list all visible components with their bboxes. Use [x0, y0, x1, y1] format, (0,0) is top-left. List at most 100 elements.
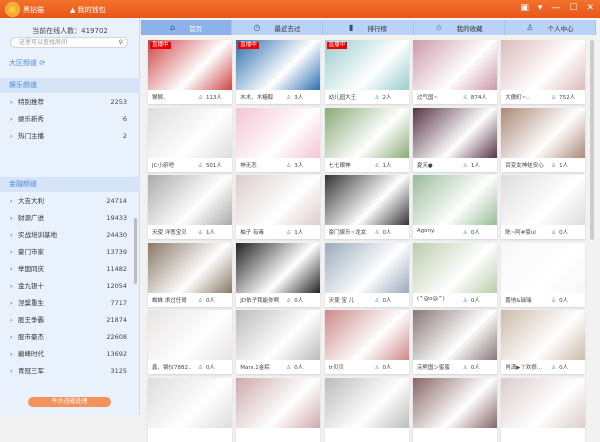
sidebar-item[interactable]: › 巅峰时代 13692 [0, 347, 133, 361]
viewer-count-value: 1人 [382, 162, 392, 169]
ent-channel-header[interactable]: 娱乐频道 [0, 78, 140, 93]
room-card[interactable]: 直播中 猴猴、 ♙ 113人 [148, 40, 232, 104]
sidebar-item[interactable]: › 实战培训基地 24430 [0, 228, 133, 242]
sidebar-item[interactable]: › 财源广进 19433 [0, 211, 133, 225]
room-card[interactable]: JD依子我能你啊 ♙ 0人 [236, 242, 321, 307]
search-input[interactable]: 这里可以查找房间 ⚲ [10, 37, 128, 48]
sidebar-item[interactable]: › 金九银十 12054 [0, 279, 133, 293]
report-button[interactable]: 平台违规处理 [28, 397, 111, 407]
sidebar-item[interactable]: › 豪门市家 13739 [0, 245, 133, 259]
room-card[interactable]: Agony. ♙ 0人 [412, 175, 497, 239]
room-card[interactable] [501, 377, 586, 442]
sidebar-item[interactable]: › 股市豪杰 22608 [0, 330, 133, 344]
room-card[interactable]: 鑫、钢仪7882.. ♙ 0人 [148, 310, 232, 374]
room-card[interactable]: 天使 洋葱宝贝 ♙ 1人 [148, 175, 232, 239]
sidebar-item[interactable]: › 热门主播 2 [0, 129, 133, 143]
user-icon: ♙ [374, 365, 380, 371]
room-thumbnail[interactable] [412, 107, 497, 158]
room-card[interactable]: 柚子 有毒 ♙ 1人 [236, 175, 321, 239]
room-card[interactable]: 直播中 木木、木糖醇 ♙ 3人 [236, 40, 321, 104]
room-name: 鑫、钢仪7882.. [152, 365, 192, 371]
room-thumbnail[interactable] [324, 310, 409, 360]
room-name: 大傲町~.. [505, 95, 530, 101]
maximize-button[interactable]: ☐ [569, 3, 577, 13]
tab-0[interactable]: ⌂ 首页 [141, 20, 232, 35]
room-thumbnail[interactable] [501, 107, 586, 158]
room-card[interactable]: 夏天● ♙ 1人 [412, 107, 497, 172]
tab-3[interactable]: ☆ 我的收藏 [414, 20, 505, 35]
room-card[interactable]: 过气国~ ♙ 874人 [412, 40, 497, 104]
search-icon[interactable]: ⚲ [119, 38, 123, 47]
room-thumbnail[interactable] [324, 175, 409, 225]
sidebar-item[interactable]: › 涅槃重生 7717 [0, 296, 133, 310]
sidebar-scrollbar[interactable] [134, 218, 137, 284]
room-thumbnail[interactable] [148, 377, 232, 428]
sidebar-item[interactable]: › 举国同庆 11482 [0, 262, 133, 276]
room-card[interactable]: 大傲町~.. ♙ 752人 [501, 40, 586, 104]
room-thumbnail[interactable] [412, 175, 497, 225]
region-channel[interactable]: 大区频道 ⟳ [0, 56, 140, 71]
sidebar-item-count: 22608 [106, 333, 127, 341]
sidebar-item[interactable]: › 大吉大利 24714 [0, 194, 133, 208]
main-scrollbar[interactable] [590, 40, 594, 240]
room-card[interactable]: 浣熊国ン蜜蜜 ♙ 0人 [412, 310, 497, 374]
room-thumbnail[interactable] [148, 310, 232, 360]
room-card[interactable]: 陈~阿#豪ul ♙ 0人 [501, 175, 586, 239]
refresh-icon[interactable]: ⟳ [39, 59, 45, 67]
room-thumbnail[interactable] [236, 242, 321, 293]
fin-channel-header[interactable]: 金融频道 [0, 177, 140, 192]
tab-2[interactable]: ▮ 排行榜 [323, 20, 414, 35]
room-card[interactable]: 七七眼神 ♙ 1人 [324, 107, 409, 172]
sidebar-item[interactable]: › 娱乐新秀 6 [0, 112, 133, 126]
room-thumbnail[interactable] [324, 107, 409, 158]
tab-4[interactable]: ♙ 个人中心 [505, 20, 596, 35]
room-card[interactable]: JC小瘀吧 ♙ 501人 [148, 107, 232, 172]
room-thumbnail[interactable] [148, 242, 232, 293]
sidebar-item[interactable]: › 青冠三军 3125 [0, 364, 133, 378]
user-icon: ♙ [462, 162, 468, 169]
room-thumbnail[interactable] [501, 377, 586, 428]
room-thumbnail[interactable] [148, 107, 232, 158]
room-thumbnail[interactable] [501, 175, 586, 225]
room-thumbnail[interactable] [324, 377, 409, 428]
room-card[interactable]: 直播中 幼儿园大王 ♙ 2人 [324, 40, 409, 104]
room-card[interactable]: 天使 宝 儿 ♙ 0人 [324, 242, 409, 307]
room-thumbnail[interactable] [148, 175, 232, 225]
room-thumbnail[interactable] [412, 40, 497, 90]
room-thumbnail[interactable] [412, 377, 497, 428]
tab-1[interactable]: ◷ 最近去过 [232, 20, 323, 35]
room-card[interactable] [148, 377, 232, 442]
menu-button[interactable]: ▾ [538, 3, 543, 13]
room-thumbnail[interactable] [501, 40, 586, 90]
room-card[interactable]: 豪门娱乐~龙女 ♙ 0人 [324, 175, 409, 239]
room-thumbnail[interactable] [236, 175, 321, 225]
room-thumbnail[interactable] [324, 242, 409, 293]
skin-button[interactable]: ▣ [520, 3, 529, 13]
room-card[interactable]: tr贝贝 ♙ 0人 [324, 310, 409, 374]
close-button[interactable]: ✕ [586, 3, 594, 13]
room-card[interactable] [324, 377, 409, 442]
room-thumbnail[interactable] [501, 310, 586, 360]
sidebar-item[interactable]: › 股王争霸 21874 [0, 313, 133, 327]
room-name: JD依子我能你啊 [240, 297, 280, 304]
room-card[interactable]: 肖潇▶丫欢很... ♙ 0人 [501, 310, 586, 374]
room-thumbnail[interactable] [412, 242, 497, 293]
room-thumbnail[interactable] [236, 107, 321, 158]
tab-icon: ◷ [253, 23, 261, 32]
room-card[interactable] [412, 377, 497, 442]
room-thumbnail[interactable] [501, 242, 586, 293]
room-card[interactable] [236, 377, 321, 442]
room-thumbnail[interactable] [412, 310, 497, 360]
minimize-button[interactable]: — [551, 3, 560, 13]
room-card[interactable]: 神无恋 ♙ 3人 [236, 107, 321, 172]
room-card[interactable]: 百变女神娃安心 ♙ 1人 [501, 107, 586, 172]
room-thumbnail[interactable] [236, 310, 321, 360]
room-card[interactable]: (^@o@^) ♙ 0人 [412, 242, 497, 307]
wallet-link[interactable]: ▲ 我的钱包 [70, 5, 106, 15]
room-card[interactable]: 蜘蛛 求过任哥 ♙ 0人 [148, 242, 232, 307]
room-thumbnail[interactable] [236, 377, 321, 428]
sidebar-item[interactable]: › 特别推荐 2253 [0, 95, 133, 109]
room-card[interactable]: Mars.1金粽 ♙ 0人 [236, 310, 321, 374]
viewer-count-value: 874人 [470, 95, 487, 101]
room-card[interactable]: 蕾地&瑞瑞 ♙ 0人 [501, 242, 586, 307]
